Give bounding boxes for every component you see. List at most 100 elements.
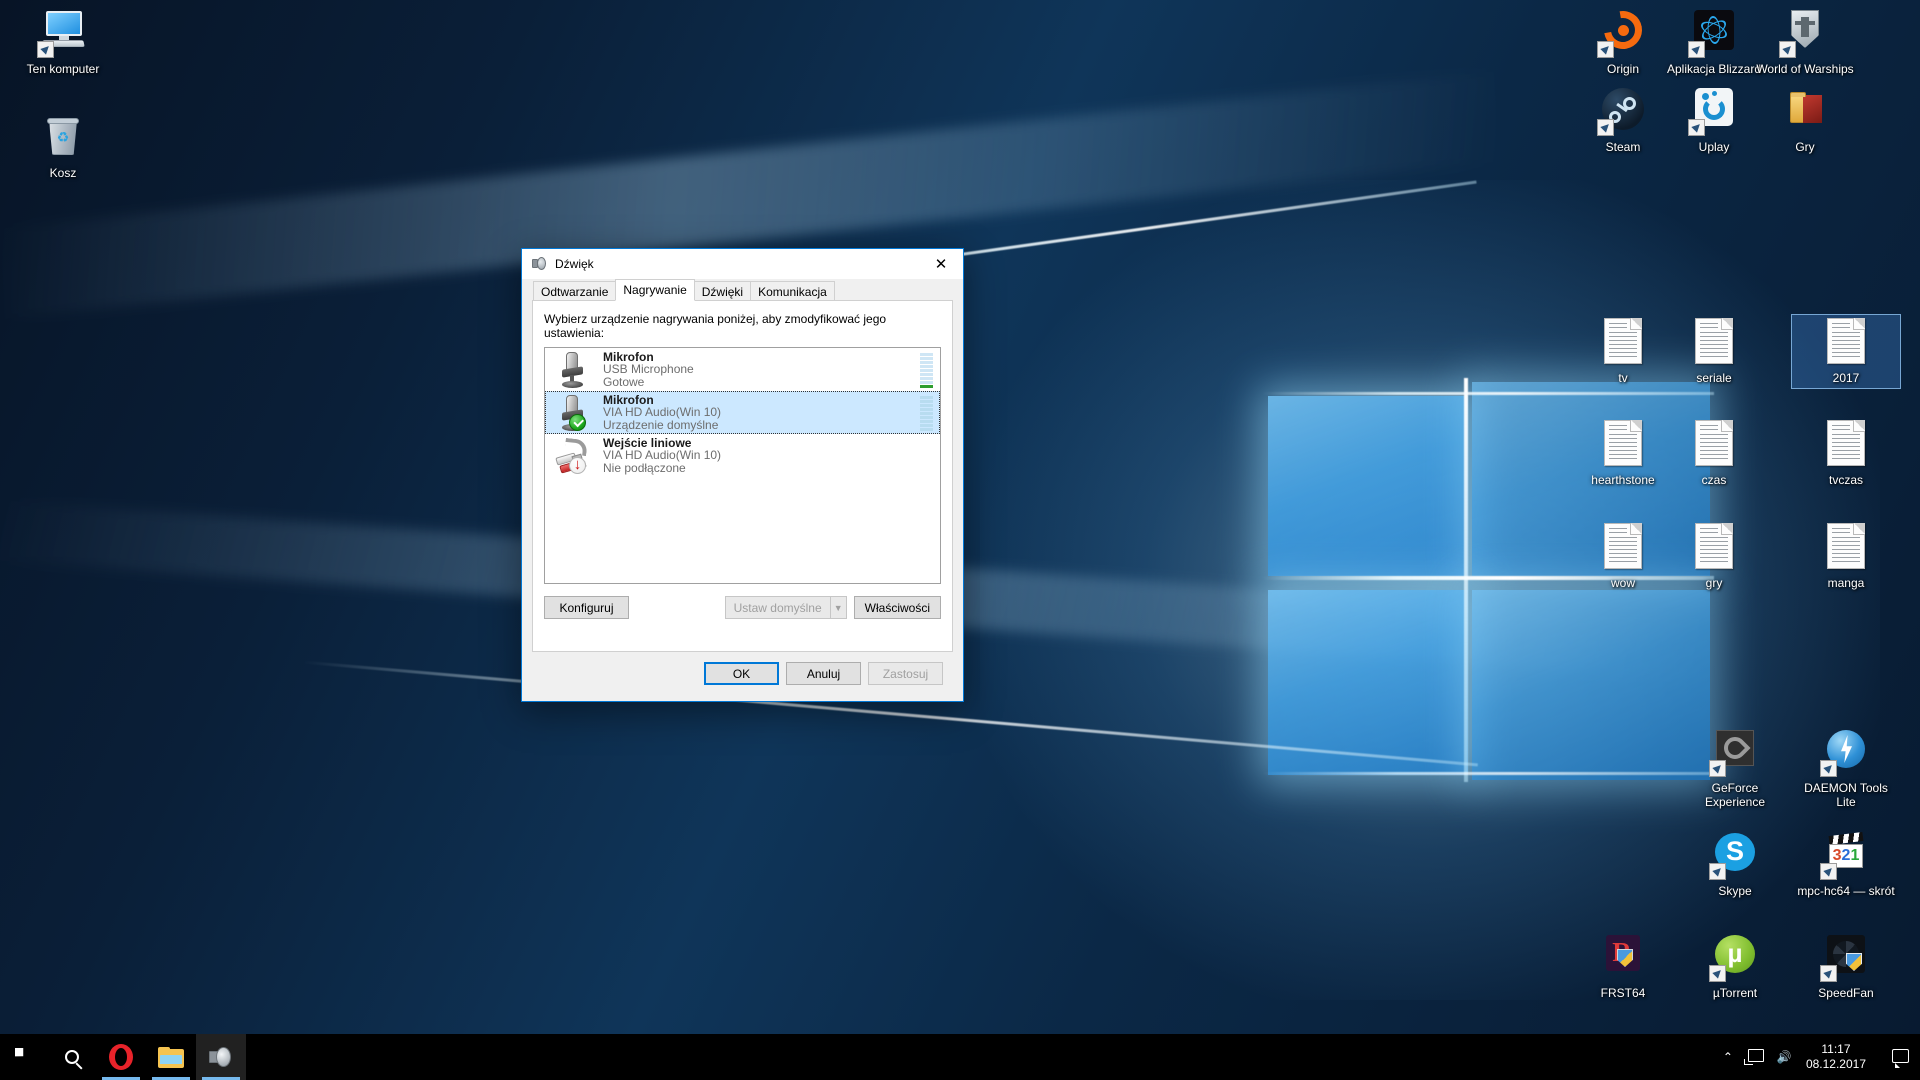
steam-icon	[1597, 87, 1647, 136]
uplay-icon	[1688, 87, 1738, 136]
device-action-buttons: Konfiguruj Ustaw domyślne ▼ Właściwości	[544, 596, 941, 619]
recording-device-list[interactable]: Mikrofon USB Microphone Gotowe Mikrofon …	[544, 347, 941, 584]
dialog-footer: OK Anuluj Zastosuj	[532, 652, 953, 685]
text-file-icon	[1690, 420, 1738, 468]
ok-button[interactable]: OK	[704, 662, 779, 685]
set-default-split-button[interactable]: Ustaw domyślne ▼	[724, 596, 847, 619]
device-status: Nie podłączone	[603, 460, 686, 475]
desktop-icon-label: Gry	[1795, 140, 1815, 154]
recycle-bin-icon: ♻	[39, 113, 87, 161]
desktop-icon-tvczas[interactable]: tvczas	[1791, 416, 1901, 491]
desktop[interactable]: Ten komputer ♻ Kosz Origin Aplikacja Bli…	[0, 0, 1920, 1080]
properties-button[interactable]: Właściwości	[853, 596, 941, 619]
tab-odtwarzanie[interactable]: Odtwarzanie	[533, 281, 617, 301]
sound-control-panel-taskbar-button[interactable]	[196, 1034, 246, 1080]
search-icon[interactable]	[48, 1034, 96, 1080]
start-button[interactable]	[0, 1034, 48, 1080]
desktop-icon-kosz[interactable]: ♻ Kosz	[8, 110, 118, 184]
mpc-hc-icon: 321	[1820, 831, 1870, 880]
volume-icon[interactable]: 🔊	[1770, 1050, 1798, 1064]
daemon-tools-icon	[1820, 728, 1870, 777]
desktop-icon-geforce-experience[interactable]: GeForce Experience	[1680, 725, 1790, 813]
device-driver: VIA HD Audio(Win 10)	[603, 448, 722, 463]
folder-icon	[1781, 87, 1829, 135]
opera-icon	[109, 1044, 133, 1070]
clock[interactable]: 11:17 08.12.2017	[1798, 1042, 1880, 1072]
desktop-icon-manga[interactable]: manga	[1791, 519, 1901, 594]
chevron-up-icon[interactable]: ⌃	[1714, 1050, 1742, 1064]
tab-dzwieki[interactable]: Dźwięki	[693, 281, 752, 301]
device-row-via-microphone[interactable]: Mikrofon VIA HD Audio(Win 10) Urządzenie…	[545, 391, 940, 434]
tab-komunikacja[interactable]: Komunikacja	[750, 281, 835, 301]
wallpaper-pane-top-left	[1268, 396, 1468, 576]
shortcut-overlay-icon	[1688, 41, 1705, 58]
desktop-icon-label: Ten komputer	[26, 62, 100, 76]
network-icon[interactable]	[1742, 1049, 1770, 1065]
device-text: Wejście liniowe VIA HD Audio(Win 10) Nie…	[597, 437, 920, 475]
shortcut-overlay-icon	[1820, 863, 1837, 880]
desktop-icon-world-of-warships[interactable]: World of Warships	[1750, 6, 1860, 80]
device-row-usb-microphone[interactable]: Mikrofon USB Microphone Gotowe	[545, 348, 940, 391]
level-meter	[920, 352, 933, 388]
desktop-icon-label: SpeedFan	[1818, 986, 1874, 1000]
taskbar[interactable]: ⌃ 🔊 11:17 08.12.2017	[0, 1034, 1920, 1080]
shortcut-overlay-icon	[1688, 119, 1705, 136]
file-explorer-taskbar-button[interactable]	[146, 1034, 196, 1080]
apply-button[interactable]: Zastosuj	[868, 662, 943, 685]
device-driver: VIA HD Audio(Win 10)	[603, 405, 722, 420]
desktop-icon-label: tvczas	[1828, 473, 1863, 487]
shortcut-overlay-icon	[1597, 41, 1614, 58]
desktop-icon-speedfan[interactable]: SpeedFan	[1791, 930, 1901, 1004]
desktop-icon-gry-folder[interactable]: Gry	[1750, 84, 1860, 158]
tab-page-nagrywanie: Wybierz urządzenie nagrywania poniżej, a…	[532, 300, 953, 652]
desktop-icon-label: gry	[1705, 576, 1723, 590]
tab-strip[interactable]: Odtwarzanie Nagrywanie Dźwięki Komunikac…	[533, 279, 953, 301]
dialog-body: Odtwarzanie Nagrywanie Dźwięki Komunikac…	[522, 279, 963, 685]
shortcut-overlay-icon	[1779, 41, 1796, 58]
desktop-icon-label: Kosz	[49, 166, 77, 180]
desktop-icon-label: manga	[1827, 576, 1865, 590]
desktop-icon-frst64[interactable]: R FRST64	[1568, 930, 1678, 1004]
desktop-icon-label: FRST64	[1600, 986, 1646, 1000]
desktop-icon-skype[interactable]: S Skype	[1680, 828, 1790, 902]
frst64-icon: R	[1599, 933, 1647, 981]
desktop-icon-utorrent[interactable]: µ µTorrent	[1680, 930, 1790, 1004]
desktop-icon-seriale[interactable]: seriale	[1659, 314, 1769, 389]
desktop-icon-label: DAEMON Tools Lite	[1804, 781, 1888, 809]
utorrent-icon: µ	[1709, 933, 1759, 982]
opera-taskbar-button[interactable]	[96, 1034, 146, 1080]
configure-button[interactable]: Konfiguruj	[544, 596, 629, 619]
desktop-icon-mpc-hc64[interactable]: 321 mpc-hc64 — skrót	[1791, 828, 1901, 902]
text-file-icon	[1822, 318, 1870, 366]
desktop-icon-label: 2017	[1832, 371, 1860, 385]
desktop-icon-daemon-tools-lite[interactable]: DAEMON Tools Lite	[1791, 725, 1901, 813]
close-icon[interactable]: ✕	[919, 249, 963, 278]
set-default-button[interactable]: Ustaw domyślne	[724, 596, 830, 619]
desktop-icon-czas[interactable]: czas	[1659, 416, 1769, 491]
dialog-titlebar[interactable]: Dźwięk ✕	[522, 249, 963, 279]
microphone-icon	[551, 393, 597, 433]
default-device-check-icon	[569, 413, 586, 431]
desktop-icon-2017[interactable]: 2017	[1791, 314, 1901, 389]
text-file-icon	[1822, 523, 1870, 571]
sound-dialog[interactable]: Dźwięk ✕ Odtwarzanie Nagrywanie Dźwięki …	[521, 248, 964, 702]
desktop-icon-label: Skype	[1718, 884, 1752, 898]
text-file-icon	[1599, 420, 1647, 468]
tab-nagrywanie[interactable]: Nagrywanie	[615, 279, 695, 301]
action-center-icon[interactable]	[1880, 1048, 1920, 1068]
shortcut-overlay-icon	[1597, 119, 1614, 136]
shortcut-overlay-icon	[1709, 965, 1726, 982]
level-meter	[920, 395, 933, 431]
origin-icon	[1596, 3, 1650, 58]
desktop-icon-label: World of Warships	[1756, 62, 1854, 76]
device-row-line-in[interactable]: Wejście liniowe VIA HD Audio(Win 10) Nie…	[545, 434, 940, 477]
sound-app-icon	[531, 256, 547, 272]
chevron-down-icon[interactable]: ▼	[829, 596, 847, 619]
cancel-button[interactable]: Anuluj	[786, 662, 861, 685]
desktop-icon-gry-file[interactable]: gry	[1659, 519, 1769, 594]
world-of-warships-icon	[1779, 9, 1829, 58]
desktop-icon-ten-komputer[interactable]: Ten komputer	[8, 6, 118, 80]
speaker-icon	[208, 1045, 234, 1069]
clock-date: 08.12.2017	[1805, 1057, 1866, 1071]
system-tray[interactable]: ⌃ 🔊 11:17 08.12.2017	[1714, 1034, 1920, 1080]
